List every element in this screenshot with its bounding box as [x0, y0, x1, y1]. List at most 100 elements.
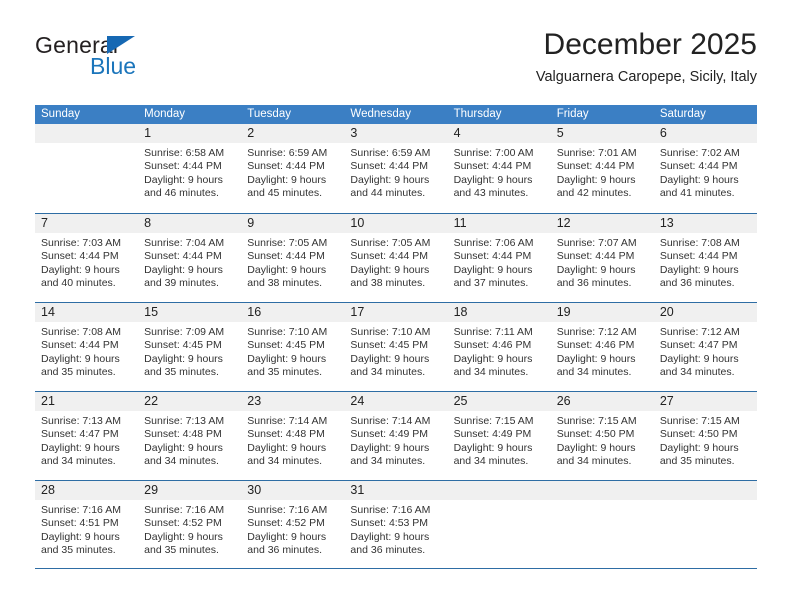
calendar-day-cell[interactable]: 26 Sunrise: 7:15 AM Sunset: 4:50 PM Dayligh…: [550, 392, 654, 480]
calendar-day-cell[interactable]: 7 Sunrise: 7:03 AM Sunset: 4:44 PM Daylight…: [35, 214, 139, 302]
day-info-line: and 34 minutes.: [350, 366, 426, 379]
day-info-line: and 36 minutes.: [556, 277, 632, 290]
calendar-day-cell[interactable]: 27 Sunrise: 7:15 AM Sunset: 4:50 PM Dayligh…: [653, 392, 757, 480]
calendar-day-cell[interactable]: 17 Sunrise: 7:10 AM Sunset: 4:45 PM Dayligh…: [344, 303, 448, 391]
day-info-line: and 34 minutes.: [144, 455, 219, 468]
day-info-line: Daylight: 9 hours: [247, 263, 327, 276]
day-info-line: Sunrise: 7:10 AM: [247, 326, 328, 338]
day-info-line: Sunrise: 7:01 AM: [556, 147, 637, 159]
day-info-line: and 39 minutes.: [144, 277, 219, 290]
day-info-line: Daylight: 9 hours: [350, 530, 430, 543]
day-number: 10: [350, 216, 365, 230]
calendar-day-cell[interactable]: 9 Sunrise: 7:05 AM Sunset: 4:44 PM Daylight…: [241, 214, 345, 302]
day-info-line: Sunset: 4:47 PM: [41, 428, 119, 441]
day-info-line: and 36 minutes.: [350, 544, 426, 557]
day-info-line: Sunset: 4:44 PM: [350, 250, 429, 263]
day-info-line: Sunrise: 7:09 AM: [144, 326, 225, 338]
day-info-line: Sunset: 4:50 PM: [556, 428, 635, 441]
calendar-day-cell[interactable]: 20 Sunrise: 7:12 AM Sunset: 4:47 PM Dayligh…: [653, 303, 757, 391]
calendar-day-cell[interactable]: 10 Sunrise: 7:05 AM Sunset: 4:44 PM Dayligh…: [344, 214, 448, 302]
day-number: 13: [659, 216, 674, 230]
day-info-line: Daylight: 9 hours: [144, 530, 223, 543]
calendar-day-cell[interactable]: 31 Sunrise: 7:16 AM Sunset: 4:53 PM Dayligh…: [344, 481, 448, 568]
day-info-line: Daylight: 9 hours: [659, 352, 739, 365]
calendar-grid: Sunday Monday Tuesday Wednesday Thursday Frid…: [35, 105, 757, 569]
day-sun-info: Sunrise: 7:06 AM Sunset: 4:44 PM Daylight:…: [448, 233, 551, 291]
day-sun-info: Sunrise: 7:13 AM Sunset: 4:48 PM Daylight:…: [138, 411, 241, 469]
calendar-day-cell[interactable]: 21 Sunrise: 7:13 AM Sunset: 4:47 PM Dayligh…: [35, 392, 139, 480]
day-info-line: and 35 minutes.: [144, 544, 219, 557]
calendar-day-cell[interactable]: 18 Sunrise: 7:11 AM Sunset: 4:46 PM Dayligh…: [447, 303, 551, 391]
day-number: 6: [659, 126, 667, 140]
calendar-day-cell[interactable]: 1 Sunrise: 6:58 AM Sunset: 4:44 PM Daylight…: [138, 124, 242, 213]
day-number: 3: [350, 126, 358, 140]
calendar-week-row: 14 Sunrise: 7:08 AM Sunset: 4:44 PM Dayligh…: [35, 302, 757, 391]
calendar-day-cell[interactable]: 14 Sunrise: 7:08 AM Sunset: 4:44 PM Dayligh…: [35, 303, 139, 391]
day-number: 27: [659, 394, 674, 408]
calendar-day-cell[interactable]: 2 Sunrise: 6:59 AM Sunset: 4:44 PM Daylight…: [241, 124, 345, 213]
calendar-day-cell[interactable]: 16 Sunrise: 7:10 AM Sunset: 4:45 PM Dayligh…: [241, 303, 345, 391]
day-info-line: and 36 minutes.: [247, 544, 322, 557]
day-info-line: Sunrise: 6:59 AM: [247, 147, 328, 159]
day-info-line: Daylight: 9 hours: [659, 263, 739, 276]
calendar-day-cell[interactable]: 30 Sunrise: 7:16 AM Sunset: 4:52 PM Dayligh…: [241, 481, 345, 568]
day-sun-info: Sunrise: 7:13 AM Sunset: 4:47 PM Daylight:…: [35, 411, 138, 469]
calendar-day-cell[interactable]: 22 Sunrise: 7:13 AM Sunset: 4:48 PM Dayligh…: [138, 392, 242, 480]
day-info-line: Daylight: 9 hours: [659, 441, 739, 454]
day-sun-info: Sunrise: 7:10 AM Sunset: 4:45 PM Daylight:…: [344, 322, 447, 380]
day-info-line: Sunset: 4:44 PM: [659, 250, 738, 263]
day-info-line: Sunrise: 7:13 AM: [144, 415, 225, 427]
day-info-line: Daylight: 9 hours: [556, 352, 636, 365]
day-number: 24: [350, 394, 365, 408]
calendar-day-cell[interactable]: 12 Sunrise: 7:07 AM Sunset: 4:44 PM Dayligh…: [550, 214, 654, 302]
day-info-line: and 44 minutes.: [350, 187, 426, 200]
day-info-line: Sunset: 4:44 PM: [247, 250, 325, 263]
day-info-line: Sunrise: 7:15 AM: [556, 415, 637, 427]
calendar-day-cell[interactable]: 19 Sunrise: 7:12 AM Sunset: 4:46 PM Dayligh…: [550, 303, 654, 391]
calendar-day-cell[interactable]: 25 Sunrise: 7:15 AM Sunset: 4:49 PM Dayligh…: [447, 392, 551, 480]
day-number: 7: [41, 216, 48, 230]
day-info-line: and 34 minutes.: [453, 455, 529, 468]
day-info-line: Sunset: 4:52 PM: [247, 517, 325, 530]
day-number: 4: [453, 126, 461, 140]
calendar-day-cell[interactable]: 11 Sunrise: 7:06 AM Sunset: 4:44 PM Dayligh…: [447, 214, 551, 302]
calendar-day-cell[interactable]: 3 Sunrise: 6:59 AM Sunset: 4:44 PM Daylight…: [344, 124, 448, 213]
day-info-line: Sunrise: 7:16 AM: [144, 504, 225, 516]
day-number: 11: [453, 216, 467, 230]
day-info-line: and 35 minutes.: [41, 366, 116, 379]
day-info-line: Daylight: 9 hours: [556, 173, 636, 186]
day-sun-info: Sunrise: 7:04 AM Sunset: 4:44 PM Daylight:…: [138, 233, 241, 291]
calendar-day-cell[interactable]: 8 Sunrise: 7:04 AM Sunset: 4:44 PM Daylight…: [138, 214, 242, 302]
day-sun-info: Sunrise: 7:08 AM Sunset: 4:44 PM Daylight:…: [654, 233, 757, 291]
calendar-day-cell[interactable]: 29 Sunrise: 7:16 AM Sunset: 4:52 PM Dayligh…: [138, 481, 242, 568]
calendar-day-cell[interactable]: 15 Sunrise: 7:09 AM Sunset: 4:45 PM Dayligh…: [138, 303, 242, 391]
day-info-line: and 34 minutes.: [453, 366, 529, 379]
calendar-week-row: 1 Sunrise: 6:58 AM Sunset: 4:44 PM Daylight…: [35, 124, 757, 213]
weekday-header-sunday: Sunday: [41, 108, 81, 120]
day-number: 30: [247, 483, 262, 497]
day-info-line: Sunset: 4:44 PM: [247, 160, 325, 173]
day-info-line: Daylight: 9 hours: [144, 173, 223, 186]
calendar-day-cell[interactable]: 5 Sunrise: 7:01 AM Sunset: 4:44 PM Daylight…: [550, 124, 654, 213]
day-info-line: Sunset: 4:45 PM: [144, 339, 222, 352]
day-info-line: and 35 minutes.: [247, 366, 322, 379]
day-info-line: Sunrise: 7:11 AM: [453, 326, 533, 338]
day-info-line: Daylight: 9 hours: [453, 173, 533, 186]
calendar-day-cell[interactable]: 4 Sunrise: 7:00 AM Sunset: 4:44 PM Daylight…: [447, 124, 551, 213]
brand-name-blue: Blue: [90, 53, 137, 79]
day-sun-info: Sunrise: 7:16 AM Sunset: 4:52 PM Daylight:…: [241, 500, 344, 558]
calendar-day-cell[interactable]: 24 Sunrise: 7:14 AM Sunset: 4:49 PM Dayligh…: [344, 392, 448, 480]
calendar-day-cell[interactable]: 6 Sunrise: 7:02 AM Sunset: 4:44 PM Daylight…: [653, 124, 757, 213]
calendar-day-cell[interactable]: 13 Sunrise: 7:08 AM Sunset: 4:44 PM Dayligh…: [653, 214, 757, 302]
day-info-line: Sunrise: 7:12 AM: [659, 326, 740, 338]
day-info-line: and 35 minutes.: [659, 455, 735, 468]
day-sun-info: Sunrise: 7:01 AM Sunset: 4:44 PM Daylight:…: [551, 143, 654, 201]
calendar-day-cell[interactable]: 23 Sunrise: 7:14 AM Sunset: 4:48 PM Dayligh…: [241, 392, 345, 480]
day-info-line: and 40 minutes.: [41, 277, 116, 290]
day-info-line: Sunrise: 7:05 AM: [247, 237, 328, 249]
calendar-day-cell[interactable]: 28 Sunrise: 7:16 AM Sunset: 4:51 PM Dayligh…: [35, 481, 139, 568]
brand-logo[interactable]: General Blue: [35, 28, 215, 86]
day-sun-info: Sunrise: 7:02 AM Sunset: 4:44 PM Daylight:…: [654, 143, 757, 201]
day-info-line: Sunset: 4:46 PM: [556, 339, 635, 352]
day-info-line: and 34 minutes.: [350, 455, 426, 468]
